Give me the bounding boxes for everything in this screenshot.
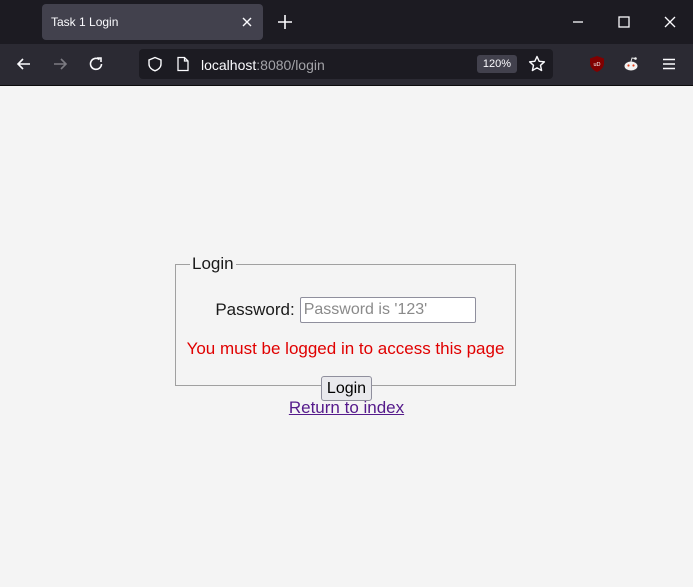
login-fieldset: Login Password: You must be logged in to… [175, 254, 516, 401]
password-row: Password: [176, 297, 515, 323]
tab-task1-login[interactable]: Task 1 Login [42, 4, 263, 40]
url-text[interactable]: localhost:8080/login [201, 57, 325, 73]
page-content: Login Password: You must be logged in to… [0, 86, 693, 587]
back-arrow-icon[interactable] [14, 54, 34, 74]
bookmark-star-icon[interactable] [527, 54, 547, 74]
tab-strip: Task 1 Login [0, 0, 693, 44]
close-tab-icon[interactable] [238, 13, 256, 31]
svg-text:uD: uD [593, 62, 600, 68]
menu-hamburger-icon[interactable] [660, 55, 678, 73]
url-bar[interactable]: localhost:8080/login 120% [139, 49, 553, 79]
forward-arrow-icon[interactable] [50, 54, 70, 74]
nav-bar: localhost:8080/login 120% uD [0, 44, 693, 86]
tab-title: Task 1 Login [51, 15, 119, 29]
shield-icon[interactable] [147, 56, 163, 72]
reload-icon[interactable] [86, 54, 106, 74]
error-message: You must be logged in to access this pag… [186, 339, 505, 358]
reddit-extension-icon[interactable] [622, 55, 640, 73]
url-host: localhost [201, 57, 257, 73]
maximize-icon[interactable] [614, 12, 634, 32]
login-legend: Login [192, 254, 234, 273]
url-path: :8080/login [256, 57, 325, 73]
new-tab-icon[interactable] [274, 11, 296, 33]
zoom-level-badge[interactable]: 120% [477, 55, 517, 73]
minimize-icon[interactable] [568, 12, 588, 32]
return-to-index-link[interactable]: Return to index [289, 398, 404, 417]
page-icon[interactable] [175, 56, 191, 72]
password-label: Password: [215, 300, 295, 319]
password-input[interactable] [299, 297, 476, 323]
close-window-icon[interactable] [660, 12, 680, 32]
ublock-origin-icon[interactable]: uD [588, 55, 606, 73]
return-link-container: Return to index [0, 398, 693, 418]
